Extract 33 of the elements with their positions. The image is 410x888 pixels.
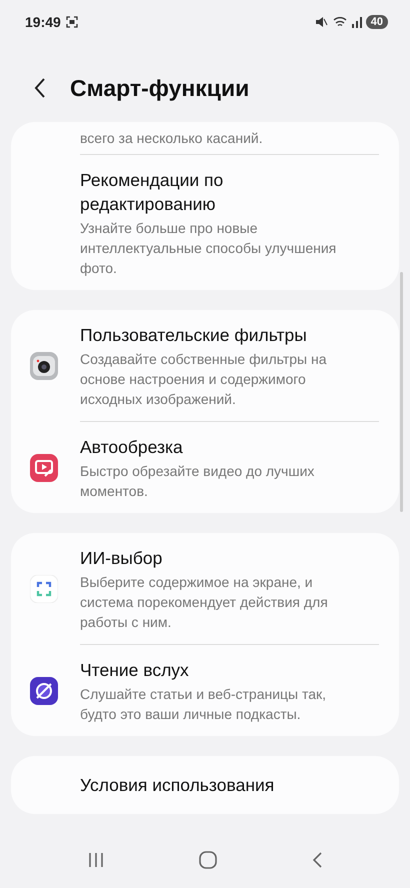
item-description: Выберите содержимое на экране, и система порекомендует действия для работы с ним. [80, 573, 329, 632]
settings-item[interactable]: Условия использования [11, 756, 399, 814]
screenshot-icon [66, 16, 78, 28]
wifi-icon [332, 16, 347, 28]
settings-item[interactable]: Пользовательские фильтры Создавайте собственные фильтры на основе настроения и содержимого исходных изображений. [11, 310, 399, 422]
home-icon[interactable] [198, 851, 217, 869]
mute-icon [314, 16, 328, 28]
item-title: ИИ-выбор [80, 547, 164, 570]
item-title: Рекомендации по редактированию [80, 169, 224, 216]
item-description: всего за несколько касаний. [80, 129, 264, 148]
page-title: Смарт-функции [70, 74, 250, 102]
planet-icon [30, 676, 58, 704]
back-icon[interactable] [312, 852, 322, 868]
settings-item[interactable]: Автообрезка Быстро обрезайте видео до лучших моментов. [11, 422, 399, 513]
camera-icon [30, 352, 58, 380]
settings-item[interactable]: всего за несколько касаний. [11, 122, 399, 155]
settings-item[interactable]: Чтение вслух Слушайте статьи и веб-страницы так, будто это ваши личные подкасты. [11, 645, 399, 736]
item-description: Слушайте статьи и веб-страницы так, будто это ваши личные подкасты. [80, 685, 328, 724]
selection-frame-icon [30, 575, 58, 603]
item-description: Создавайте собственные фильтры на основе настроения и содержимого исходных изображений. [80, 350, 328, 409]
item-title: Чтение вслух [80, 659, 190, 682]
status-time: 19:49 [25, 14, 61, 30]
item-description: Быстро обрезайте видео до лучших моментов. [80, 462, 316, 501]
recent-apps-icon[interactable] [88, 852, 104, 868]
item-title: Условия использования [80, 774, 276, 797]
settings-item[interactable]: Рекомендации по редактированию Узнайте больше про новые интеллектуальные способы улучшения фото. [11, 155, 399, 290]
item-description: Узнайте больше про новые интеллектуальные способы улучшения фото. [80, 219, 338, 278]
battery-level: 40 [366, 15, 388, 29]
item-title: Пользовательские фильтры [80, 324, 308, 347]
settings-item[interactable]: ИИ-выбор Выберите содержимое на экране, и система порекомендует действия для работы с ним. [11, 533, 399, 645]
item-title: Автообрезка [80, 436, 184, 459]
video-edit-icon [30, 454, 58, 482]
signal-icon [352, 16, 362, 28]
